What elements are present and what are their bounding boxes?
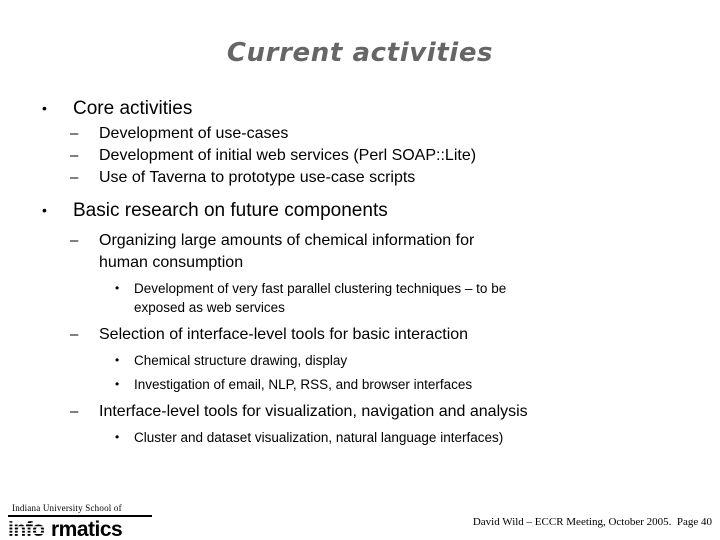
footer-note: David Wild – ECCR Meeting, October 2005.… (472, 516, 712, 528)
bullet-marker-level2: – (70, 169, 79, 186)
bullet-marker-level1: • (42, 202, 47, 218)
list-item: – Use of Taverna to prototype use-case s… (0, 167, 720, 189)
list-item-text: Basic research on future components (73, 200, 388, 221)
list-item: – Development of use-cases (0, 123, 720, 145)
bullet-marker-level2: – (70, 403, 79, 420)
svg-text:rmatics: rmatics (51, 518, 122, 540)
bullet-marker-level1: • (42, 100, 47, 116)
list-item: • Core activities (0, 96, 720, 121)
list-item-text: Interface-level tools for visualization,… (99, 403, 528, 420)
list-item: • Cluster and dataset visualization, nat… (0, 428, 720, 447)
list-item-text: Development of initial web services (Per… (99, 147, 477, 164)
slide: Current activities • Core activities – D… (0, 0, 720, 540)
slide-body: • Core activities – Development of use-c… (0, 96, 720, 447)
bullet-marker-level2: – (70, 125, 79, 142)
list-item: • Development of very fast parallel clus… (0, 279, 720, 317)
list-item-text: Development of very fast parallel cluste… (134, 281, 507, 315)
logo-divider (8, 515, 152, 517)
list-item: – Organizing large amounts of chemical i… (0, 230, 720, 274)
bullet-marker-level3: • (115, 377, 120, 391)
bullet-marker-level3: • (115, 430, 120, 444)
bullet-marker-level3: • (115, 281, 120, 295)
list-item: • Chemical structure drawing, display (0, 351, 720, 370)
list-item-text: Cluster and dataset visualization, natur… (134, 430, 504, 445)
list-item: – Selection of interface-level tools for… (0, 324, 720, 346)
list-item: – Development of initial web services (P… (0, 145, 720, 167)
list-item: – Interface-level tools for visualizatio… (0, 401, 720, 423)
bullet-marker-level2: – (70, 147, 79, 164)
page-title: Current activities (226, 38, 494, 68)
bullet-marker-level2: – (70, 326, 79, 343)
list-item-text: Development of use-cases (99, 125, 289, 142)
bullet-marker-level2: – (70, 232, 79, 249)
list-item-text: Core activities (73, 98, 193, 119)
logo-wordmark: info rmatics (8, 518, 156, 540)
list-item: • Investigation of email, NLP, RSS, and … (0, 375, 720, 394)
list-item-text: Organizing large amounts of chemical inf… (99, 232, 475, 271)
iu-informatics-logo: Indiana University School of info rmatic… (8, 503, 156, 540)
list-item-text: Chemical structure drawing, display (134, 353, 348, 368)
list-item-text: Selection of interface-level tools for b… (99, 326, 469, 343)
bullet-marker-level3: • (115, 353, 120, 367)
list-item-text: Investigation of email, NLP, RSS, and br… (134, 377, 473, 392)
list-item: • Basic research on future components (0, 198, 720, 223)
logo-top-text: Indiana University School of (12, 503, 122, 513)
list-item-text: Use of Taverna to prototype use-case scr… (99, 169, 416, 186)
